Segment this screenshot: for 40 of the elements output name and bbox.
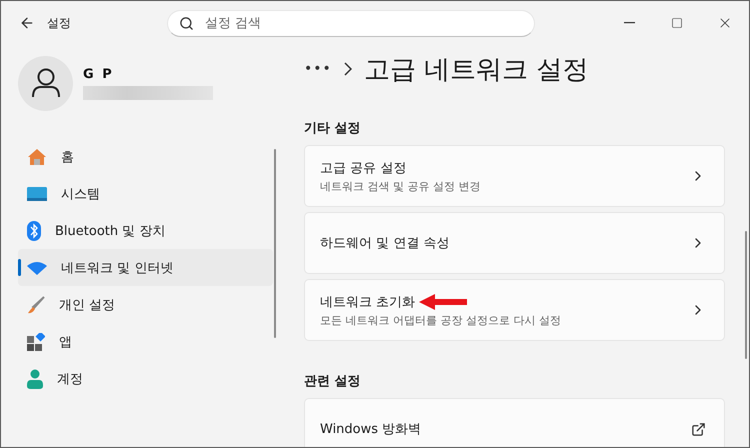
bluetooth-icon: [27, 220, 41, 240]
selection-indicator: [18, 259, 21, 276]
search-field[interactable]: 설정 검색: [167, 10, 535, 36]
person-icon: [27, 368, 43, 388]
settings-card[interactable]: Windows 방화벽: [304, 398, 725, 447]
wifi-icon: [27, 260, 47, 274]
settings-card[interactable]: 하드웨어 및 연결 속성: [304, 212, 725, 274]
apps-icon: [27, 332, 45, 350]
section-heading: 관련 설정: [304, 373, 362, 390]
card-title: 네트워크 초기화: [320, 294, 416, 310]
scrollbar[interactable]: [745, 231, 747, 359]
card-title: 하드웨어 및 연결 속성: [320, 235, 450, 252]
maximize-icon: [671, 17, 683, 29]
search-icon: [179, 16, 194, 30]
nav-item[interactable]: 네트워크 및 인터넷: [18, 249, 273, 286]
nav-item[interactable]: Bluetooth 및 장치: [18, 212, 273, 249]
house-icon: [27, 148, 47, 166]
nav-item[interactable]: 계정: [18, 360, 273, 397]
settings-card[interactable]: 네트워크 초기화 모든 네트워크 어댑터를 공장 설정으로 다시 설정: [304, 279, 725, 341]
nav-item[interactable]: 개인 설정: [18, 286, 273, 323]
person-silhouette-icon: [32, 68, 60, 98]
monitor-icon: [27, 186, 47, 200]
scrollbar[interactable]: [274, 149, 276, 338]
chevron-right-icon: [344, 62, 352, 76]
settings-card[interactable]: 고급 공유 설정 네트워크 검색 및 공유 설정 변경: [304, 145, 725, 207]
card-title: 고급 공유 설정: [320, 160, 406, 176]
nav-item[interactable]: 홈: [18, 138, 273, 175]
nav-item[interactable]: 시스템: [18, 175, 273, 212]
app-title: 설정: [47, 14, 72, 32]
external-link-icon: [691, 422, 706, 436]
card-subtitle: 네트워크 검색 및 공유 설정 변경: [320, 178, 482, 194]
nav-item[interactable]: 앱: [18, 323, 273, 360]
card-title: Windows 방화벽: [320, 421, 422, 438]
more-button[interactable]: •••: [304, 61, 332, 77]
page-title: 고급 네트워크 설정: [364, 54, 588, 86]
user-name: G P: [83, 66, 115, 82]
section-heading: 기타 설정: [304, 120, 362, 137]
minimize-icon: [624, 22, 634, 24]
card-subtitle: 모든 네트워크 어댑터를 공장 설정으로 다시 설정: [320, 312, 562, 328]
paintbrush-icon: [27, 296, 45, 314]
